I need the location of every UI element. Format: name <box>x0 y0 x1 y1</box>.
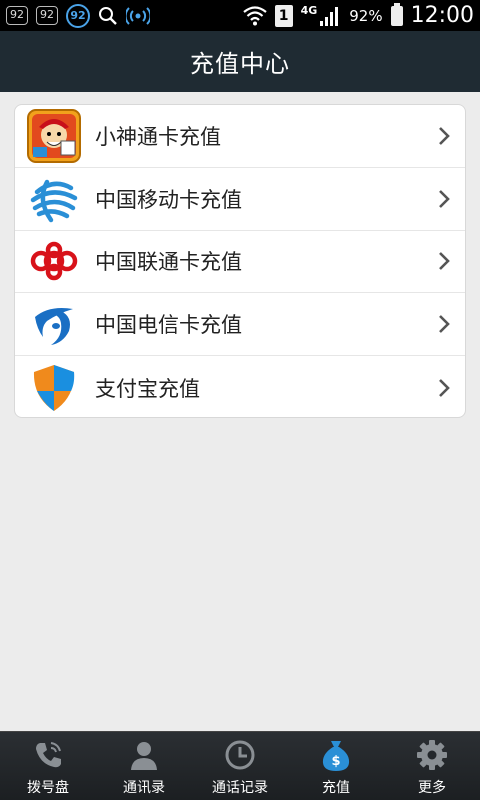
notification-badge: 92 <box>6 6 28 25</box>
nav-label: 通话记录 <box>212 780 268 796</box>
notification-circle-badge: 92 <box>66 3 90 28</box>
game-character-icon <box>27 108 81 163</box>
menu-item-label: 中国联通卡充值 <box>95 250 242 275</box>
china-unicom-logo-icon <box>27 234 81 288</box>
shield-icon <box>27 361 81 415</box>
menu-item-label: 中国电信卡充值 <box>95 313 242 338</box>
menu-item-china-unicom[interactable]: 中国联通卡充值 <box>15 231 465 294</box>
menu-item-alipay[interactable]: 支付宝充值 <box>15 356 465 417</box>
menu-item-label: 中国移动卡充值 <box>95 187 242 212</box>
chevron-right-icon <box>439 252 450 271</box>
nav-contacts[interactable]: 通讯录 <box>96 732 192 800</box>
gear-icon <box>414 738 450 772</box>
network-type: 4G <box>300 4 318 17</box>
china-mobile-logo-icon <box>27 172 81 226</box>
menu-item-label: 小神通卡充值 <box>95 124 221 149</box>
menu-item-label: 支付宝充值 <box>95 376 200 401</box>
chevron-right-icon <box>439 315 450 334</box>
nav-more[interactable]: 更多 <box>384 732 480 800</box>
nav-call-log[interactable]: 通话记录 <box>192 732 288 800</box>
menu-item-china-telecom[interactable]: 中国电信卡充值 <box>15 293 465 357</box>
battery-icon <box>390 2 403 26</box>
nav-label: 更多 <box>418 780 446 796</box>
contact-icon <box>126 738 162 772</box>
chevron-right-icon <box>439 126 450 145</box>
status-bar: 92 92 92 1 4G 92% 12:00 <box>0 0 480 31</box>
clock-icon <box>222 738 258 772</box>
page-title: 充值中心 <box>190 50 290 78</box>
search-icon <box>99 6 117 25</box>
clock-time: 12:00 <box>410 3 474 28</box>
menu-item-china-mobile[interactable]: 中国移动卡充值 <box>15 168 465 231</box>
nav-recharge[interactable]: $ 充值 <box>288 732 384 800</box>
phone-icon <box>30 738 66 772</box>
sim-indicator: 1 <box>274 4 293 27</box>
money-bag-icon: $ <box>318 738 354 772</box>
recharge-menu: 小神通卡充值 中国移动卡充值 中国联通卡充值 中国电信卡充值 支付宝充值 <box>14 104 466 418</box>
battery-percent: 92% <box>349 6 383 25</box>
notification-badge: 92 <box>36 6 58 25</box>
title-bar: 充值中心 <box>0 31 480 92</box>
chevron-right-icon <box>439 378 450 397</box>
chevron-right-icon <box>439 189 450 208</box>
nav-label: 充值 <box>322 780 350 796</box>
broadcast-icon <box>126 6 150 25</box>
signal-icon <box>320 6 339 26</box>
china-telecom-logo-icon <box>27 297 81 351</box>
bottom-navigation: 拨号盘 通讯录 通话记录 $ 充值 更多 <box>0 731 480 800</box>
nav-label: 拨号盘 <box>27 780 69 796</box>
nav-label: 通讯录 <box>123 780 165 796</box>
wifi-icon <box>242 5 267 25</box>
svg-text:$: $ <box>331 754 340 769</box>
nav-dialpad[interactable]: 拨号盘 <box>0 732 96 800</box>
menu-item-xiaoshentong[interactable]: 小神通卡充值 <box>15 105 465 168</box>
